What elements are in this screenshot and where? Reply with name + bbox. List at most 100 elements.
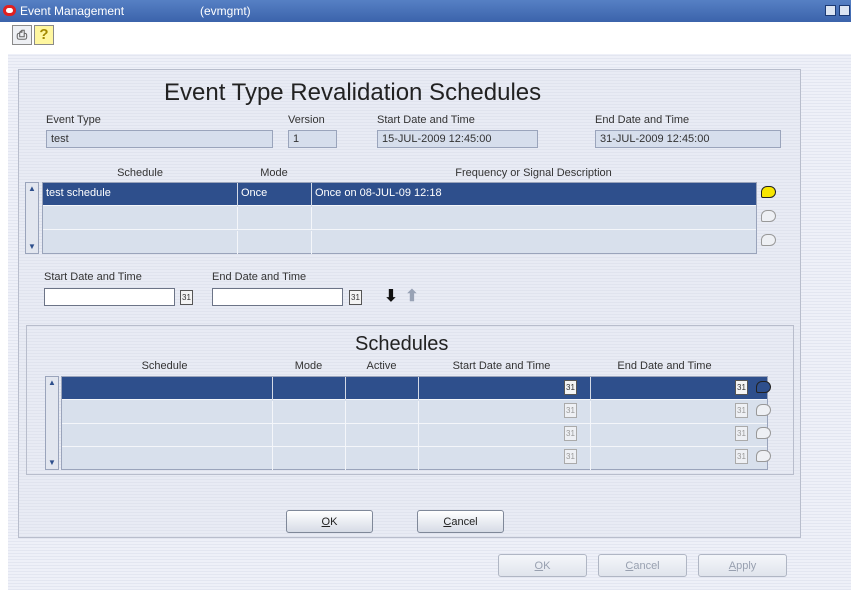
mode-cell[interactable]: Once bbox=[238, 183, 312, 206]
calendar-icon[interactable]: 31 bbox=[735, 380, 748, 395]
calendar-icon[interactable]: 31 bbox=[564, 426, 577, 441]
scroll-down-icon[interactable]: ▼ bbox=[26, 241, 38, 253]
schedules-section: Schedules Schedule Mode Active Start Dat… bbox=[26, 325, 794, 475]
range-start-input[interactable] bbox=[44, 288, 175, 306]
footer-cancel-button[interactable]: Cancel bbox=[598, 554, 687, 577]
oracle-logo-icon bbox=[3, 5, 16, 16]
footer-apply-mnemonic: A bbox=[728, 559, 737, 572]
footer-ok-mnemonic: O bbox=[534, 559, 544, 572]
footer-cancel-label-rest: ancel bbox=[633, 559, 660, 572]
calendar-icon[interactable]: 31 bbox=[349, 290, 362, 305]
range-start-label: Start Date and Time bbox=[44, 271, 142, 283]
description-cell[interactable] bbox=[312, 231, 756, 254]
version-field: 1 bbox=[288, 130, 337, 148]
ok-mnemonic: O bbox=[321, 515, 331, 528]
calendar-icon[interactable]: 31 bbox=[735, 426, 748, 441]
table-row[interactable] bbox=[43, 231, 756, 254]
col-end: End Date and Time bbox=[617, 360, 712, 372]
note-icon[interactable] bbox=[756, 427, 771, 439]
scroll-down-icon[interactable]: ▼ bbox=[46, 457, 58, 469]
window-title: Event Management bbox=[20, 4, 125, 18]
mode-cell[interactable] bbox=[273, 377, 346, 400]
start-date-label: Start Date and Time bbox=[377, 114, 475, 126]
schedule-grid: test schedule Once Once on 08-JUL-09 12:… bbox=[42, 182, 757, 254]
active-cell[interactable] bbox=[346, 447, 419, 470]
ok-button[interactable]: OK bbox=[286, 510, 373, 533]
schedules-grid-scrollbar[interactable]: ▲ ▼ bbox=[45, 376, 59, 470]
table-row[interactable] bbox=[62, 447, 767, 470]
active-cell[interactable] bbox=[346, 424, 419, 447]
note-icon[interactable] bbox=[761, 210, 776, 222]
mode-cell[interactable] bbox=[238, 207, 312, 230]
revalidation-dialog: Event Type Revalidation Schedules Event … bbox=[18, 69, 801, 538]
schedule-cell[interactable]: test schedule bbox=[43, 183, 238, 206]
cancel-label-rest: ancel bbox=[451, 515, 478, 528]
schedules-grid bbox=[61, 376, 768, 470]
version-label: Version bbox=[288, 114, 325, 126]
active-cell[interactable] bbox=[346, 377, 419, 400]
description-cell[interactable] bbox=[312, 207, 756, 230]
scroll-up-icon[interactable]: ▲ bbox=[26, 183, 38, 195]
restore-icon[interactable] bbox=[825, 5, 836, 16]
toolbar: ⎙ ? bbox=[0, 22, 851, 52]
window-titlebar: Event Management (evmgmt) bbox=[0, 0, 851, 22]
mode-cell[interactable] bbox=[273, 424, 346, 447]
calendar-icon[interactable]: 31 bbox=[564, 449, 577, 464]
arrow-down-icon[interactable]: ⬇ bbox=[381, 287, 401, 307]
end-date-label: End Date and Time bbox=[595, 114, 690, 126]
calendar-icon[interactable]: 31 bbox=[735, 449, 748, 464]
col-active: Active bbox=[366, 360, 397, 372]
footer-apply-button[interactable]: Apply bbox=[698, 554, 787, 577]
note-icon[interactable] bbox=[756, 404, 771, 416]
event-type-field: test bbox=[46, 130, 273, 148]
schedule-cell[interactable] bbox=[43, 207, 238, 230]
note-icon[interactable] bbox=[761, 234, 776, 246]
calendar-icon[interactable]: 31 bbox=[735, 403, 748, 418]
col-mode: Mode bbox=[294, 360, 323, 372]
table-row[interactable] bbox=[62, 401, 767, 424]
range-end-input[interactable] bbox=[212, 288, 343, 306]
col-mode: Mode bbox=[260, 167, 288, 179]
schedule-cell[interactable] bbox=[62, 447, 273, 470]
arrow-up-icon[interactable]: ⬆ bbox=[402, 287, 422, 307]
note-icon[interactable] bbox=[761, 186, 776, 198]
col-schedule: Schedule bbox=[141, 360, 188, 372]
footer-apply-label-rest: pply bbox=[736, 559, 757, 572]
scroll-up-icon[interactable]: ▲ bbox=[46, 377, 58, 389]
mode-cell[interactable] bbox=[238, 231, 312, 254]
window-code: (evmgmt) bbox=[200, 4, 251, 18]
ok-label-rest: K bbox=[330, 515, 338, 528]
calendar-icon[interactable]: 31 bbox=[564, 380, 577, 395]
table-row[interactable] bbox=[43, 207, 756, 230]
footer-ok-label-rest: K bbox=[543, 559, 551, 572]
col-start: Start Date and Time bbox=[452, 360, 551, 372]
print-icon[interactable]: ⎙ bbox=[12, 25, 32, 45]
calendar-icon[interactable]: 31 bbox=[180, 290, 193, 305]
event-type-label: Event Type bbox=[46, 114, 101, 126]
schedule-cell[interactable] bbox=[62, 377, 273, 400]
col-frequency: Frequency or Signal Description bbox=[455, 167, 612, 179]
section-title: Schedules bbox=[355, 333, 449, 355]
help-icon[interactable]: ? bbox=[34, 25, 54, 45]
close-icon[interactable] bbox=[839, 5, 850, 16]
note-icon[interactable] bbox=[756, 450, 771, 462]
range-end-label: End Date and Time bbox=[212, 271, 307, 283]
description-cell[interactable]: Once on 08-JUL-09 12:18 bbox=[312, 183, 756, 206]
table-row[interactable] bbox=[62, 424, 767, 447]
schedule-cell[interactable] bbox=[62, 424, 273, 447]
active-cell[interactable] bbox=[346, 401, 419, 424]
table-row[interactable] bbox=[62, 377, 767, 400]
schedule-grid-scrollbar[interactable]: ▲ ▼ bbox=[25, 182, 39, 254]
page-title: Event Type Revalidation Schedules bbox=[164, 79, 542, 106]
end-date-field: 31-JUL-2009 12:45:00 bbox=[595, 130, 781, 148]
calendar-icon[interactable]: 31 bbox=[564, 403, 577, 418]
footer-ok-button[interactable]: OK bbox=[498, 554, 587, 577]
table-row[interactable]: test schedule Once Once on 08-JUL-09 12:… bbox=[43, 183, 756, 206]
note-icon[interactable] bbox=[756, 381, 771, 393]
mode-cell[interactable] bbox=[273, 447, 346, 470]
schedule-cell[interactable] bbox=[43, 231, 238, 254]
mode-cell[interactable] bbox=[273, 401, 346, 424]
start-date-field: 15-JUL-2009 12:45:00 bbox=[377, 130, 538, 148]
cancel-button[interactable]: Cancel bbox=[417, 510, 504, 533]
schedule-cell[interactable] bbox=[62, 401, 273, 424]
